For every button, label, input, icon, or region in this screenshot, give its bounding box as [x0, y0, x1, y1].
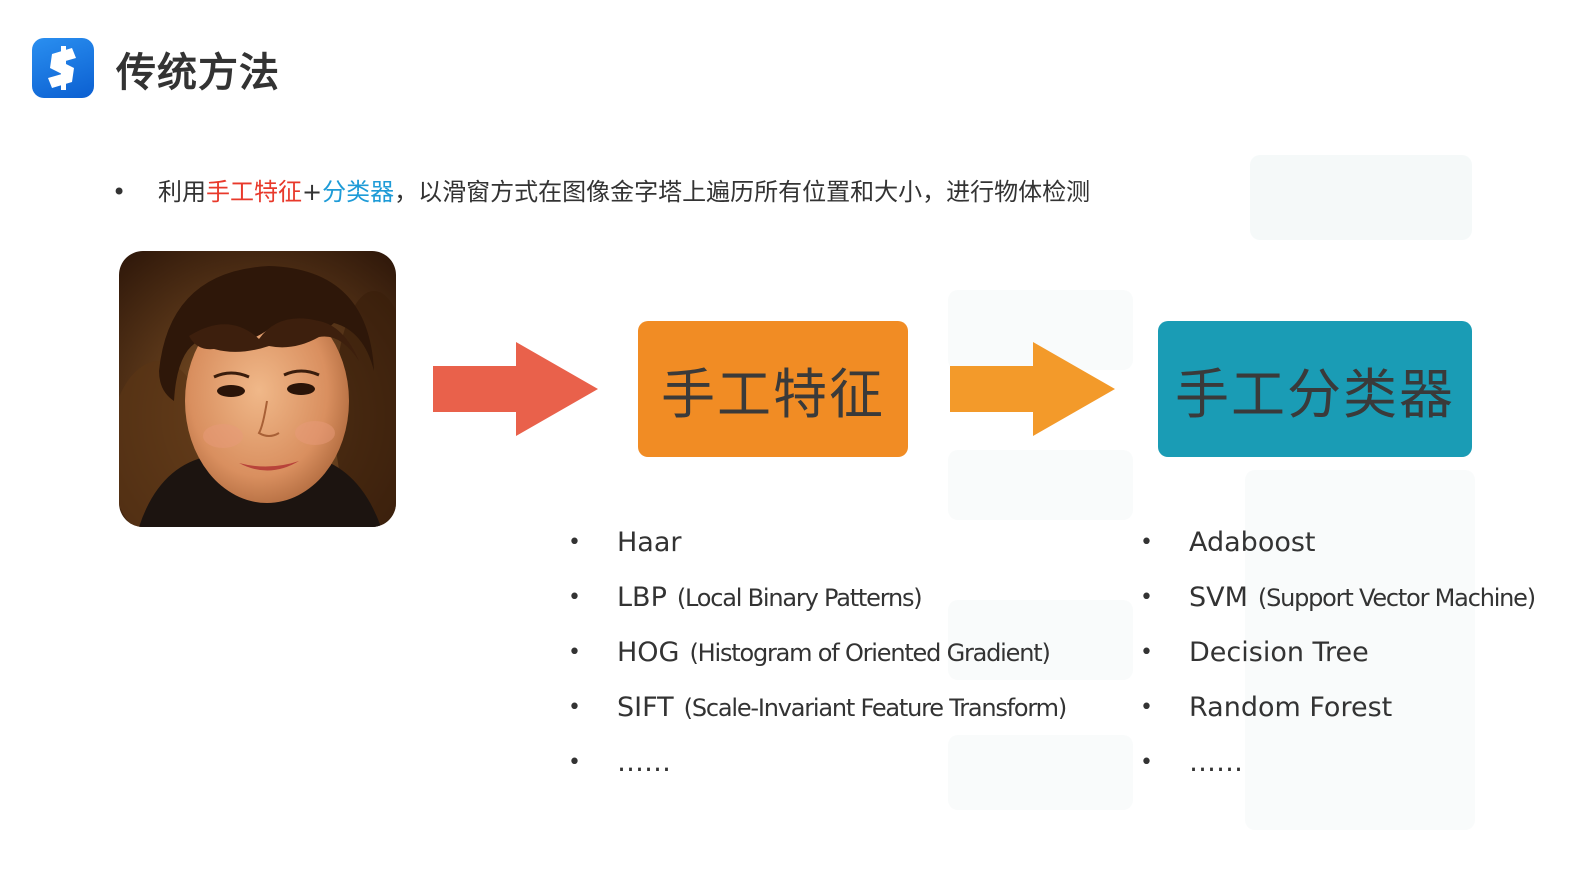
- bullet-dot: •: [1140, 640, 1153, 665]
- handcrafted-feature-box: 手工特征: [638, 321, 908, 457]
- background-ghost-panel: [1250, 155, 1472, 240]
- bullet-dot: •: [1140, 695, 1153, 720]
- classifier-list: • Adaboost • SVM (Support Vector Machine) •…: [1140, 527, 1536, 803]
- bullet-dot: •: [568, 750, 581, 775]
- background-ghost-panel: [948, 450, 1133, 520]
- bullet-dot: •: [1140, 585, 1153, 610]
- list-item: • SIFT (Scale-Invariant Feature Transform): [568, 692, 1067, 723]
- list-item: • Random Forest: [1140, 692, 1393, 723]
- list-item: • SVM (Support Vector Machine): [1140, 582, 1536, 613]
- list-item: •……: [568, 747, 671, 778]
- list-item: • LBP (Local Binary Patterns): [568, 582, 923, 613]
- bullet-dot: •: [568, 530, 581, 555]
- list-item: •……: [1140, 747, 1243, 778]
- list-item: • Haar: [568, 527, 682, 558]
- bullet-dot: •: [568, 640, 581, 665]
- page-title: 传统方法: [116, 50, 280, 96]
- list-item: • HOG (Histogram of Oriented Gradient): [568, 637, 1051, 668]
- bullet-dot: •: [1140, 530, 1153, 555]
- intro-prefix: 利用: [158, 178, 206, 206]
- bullet-dot: •: [568, 695, 581, 720]
- face-photo: [119, 251, 396, 527]
- arrow-right-icon: [433, 342, 598, 436]
- intro-feature-term: 手工特征: [206, 178, 302, 206]
- intro-suffix: ，以滑窗方式在图像金字塔上遍历所有位置和大小，进行物体检测: [394, 178, 1091, 206]
- bullet-dot: •: [112, 178, 127, 206]
- intro-bullet: • 利用手工特征+分类器，以滑窗方式在图像金字塔上遍历所有位置和大小，进行物体检测: [112, 172, 1090, 207]
- logo-icon: [32, 38, 94, 98]
- bullet-dot: •: [1140, 750, 1153, 775]
- slide: 传统方法 • 利用手工特征+分类器，以滑窗方式在图像金字塔上遍历所有位置和大小，进…: [0, 0, 1569, 877]
- list-item: • Decision Tree: [1140, 637, 1369, 668]
- list-item: • Adaboost: [1140, 527, 1316, 558]
- intro-classifier-term: 分类器: [322, 178, 395, 206]
- intro-plus: +: [302, 178, 323, 206]
- handcrafted-classifier-box: 手工分类器: [1158, 321, 1472, 457]
- bullet-dot: •: [568, 585, 581, 610]
- feature-list: • Haar • LBP (Local Binary Patterns) • HOG (H…: [568, 527, 1067, 803]
- arrow-right-icon: [950, 342, 1115, 436]
